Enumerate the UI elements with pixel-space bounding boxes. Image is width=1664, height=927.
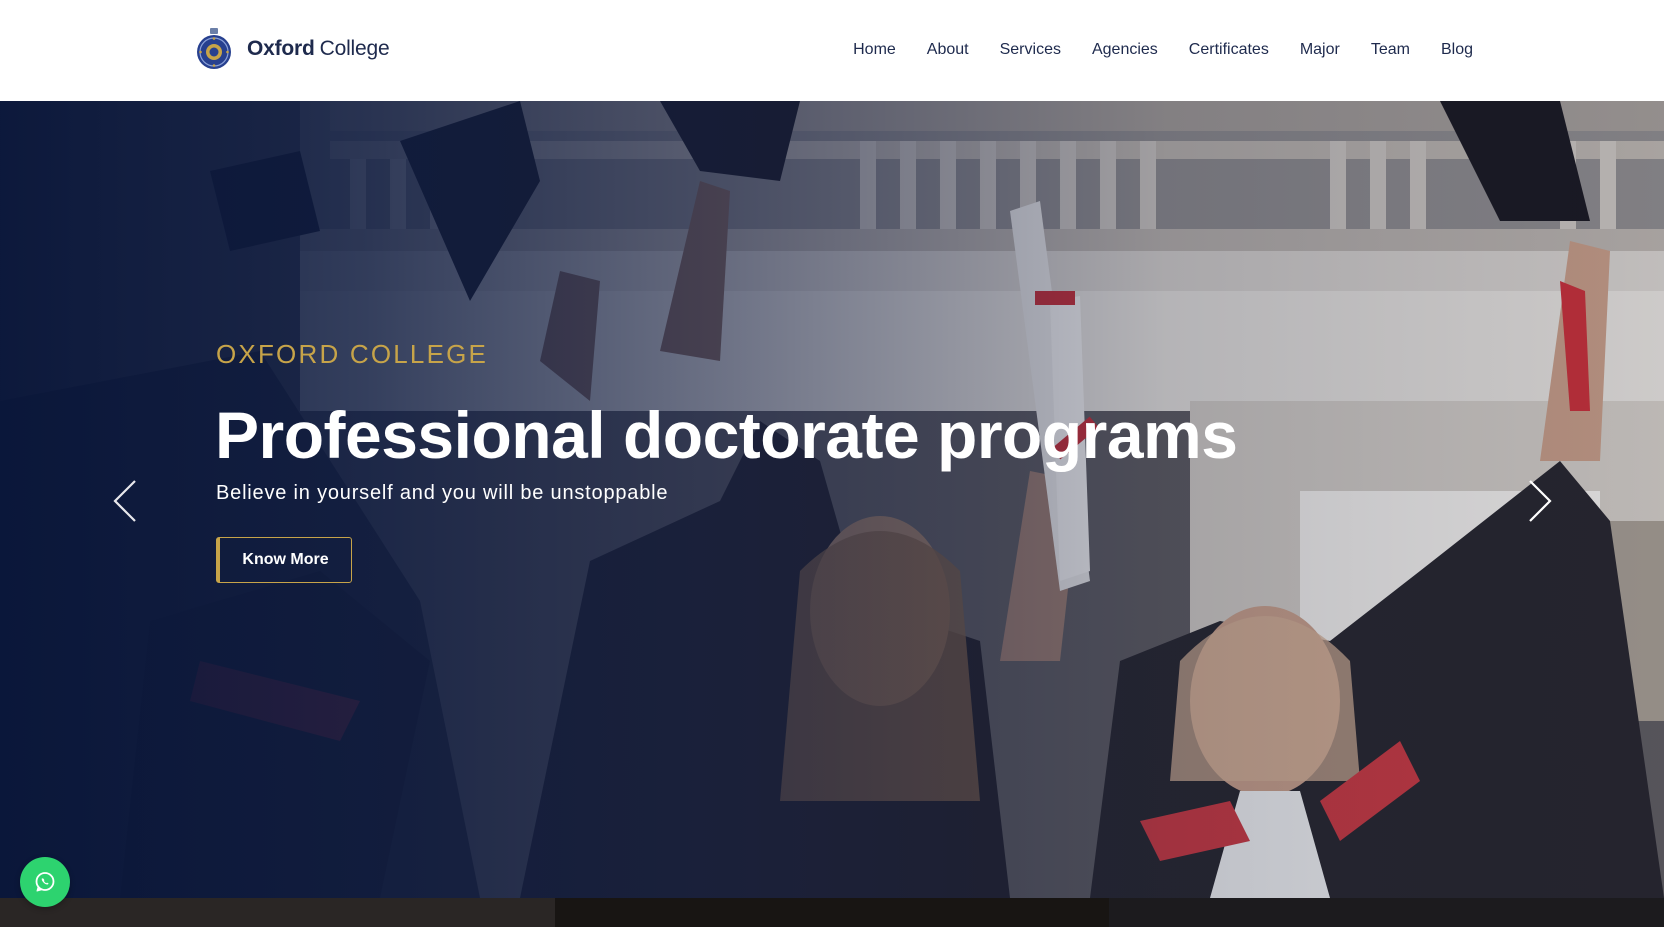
preview-image-1 — [0, 898, 555, 927]
next-section-preview — [0, 898, 1664, 927]
know-more-button[interactable]: Know More — [216, 537, 352, 583]
brand-name-bold: Oxford — [247, 37, 315, 60]
whatsapp-icon — [35, 872, 55, 892]
slider-next-button[interactable] — [1517, 471, 1563, 531]
nav-item-major[interactable]: Major — [1300, 38, 1340, 62]
preview-image-2 — [554, 898, 1110, 927]
brand-name: Oxford College — [247, 37, 390, 61]
main-nav: Home About Services Agencies Certificate… — [853, 38, 1473, 62]
nav-item-team[interactable]: Team — [1371, 38, 1410, 62]
slider-prev-button[interactable] — [102, 471, 148, 531]
nav-item-certificates[interactable]: Certificates — [1189, 38, 1269, 62]
hero-headline: Professional doctorate programs — [215, 398, 1238, 472]
nav-item-home[interactable]: Home — [853, 38, 896, 62]
logo-link[interactable]: Oxford College — [195, 24, 390, 74]
chevron-left-icon — [113, 480, 136, 522]
hero-tagline: Believe in yourself and you will be unst… — [216, 482, 669, 504]
nav-item-about[interactable]: About — [927, 38, 969, 62]
brand-name-light: College — [319, 37, 390, 60]
nav-item-agencies[interactable]: Agencies — [1092, 38, 1158, 62]
whatsapp-chat-button[interactable] — [20, 857, 70, 907]
hero-eyebrow: OXFORD COLLEGE — [216, 339, 489, 369]
nav-item-services[interactable]: Services — [1000, 38, 1061, 62]
nav-item-blog[interactable]: Blog — [1441, 38, 1473, 62]
hero-slider: OXFORD COLLEGE Professional doctorate pr… — [0, 101, 1664, 898]
site-header: Oxford College Home About Services Agenci… — [0, 0, 1664, 101]
college-crest-icon — [197, 28, 231, 69]
preview-image-3 — [1109, 898, 1664, 927]
chevron-right-icon — [1529, 480, 1552, 522]
